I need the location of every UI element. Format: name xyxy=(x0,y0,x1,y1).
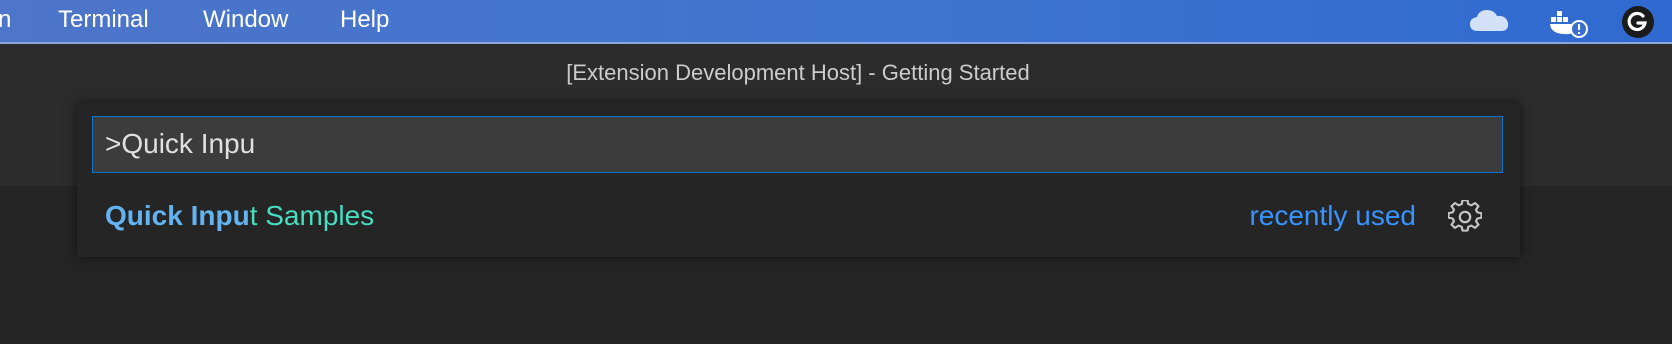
grammarly-icon[interactable] xyxy=(1621,5,1655,38)
gear-icon[interactable] xyxy=(1447,199,1483,234)
command-palette: >Quick Inpu Quick Input Samples recently… xyxy=(77,103,1520,257)
command-palette-item-label: Quick Input Samples xyxy=(105,189,374,243)
onedrive-cloud-icon[interactable] xyxy=(1468,5,1510,37)
recently-used-badge: recently used xyxy=(1249,200,1416,231)
menu-item-window[interactable]: Window xyxy=(203,0,288,42)
menu-item-terminal[interactable]: Terminal xyxy=(58,0,149,42)
command-palette-item[interactable]: Quick Input Samples recently used xyxy=(77,189,1520,243)
docker-warning-icon[interactable] xyxy=(1549,5,1589,38)
window-title: [Extension Development Host] - Getting S… xyxy=(566,60,1030,85)
command-palette-input[interactable]: >Quick Inpu xyxy=(92,116,1503,173)
macos-menu-bar: n Terminal Window Help xyxy=(0,0,1672,44)
menu-item-truncated[interactable]: n xyxy=(0,0,11,42)
label-remainder: t Samples xyxy=(249,200,375,231)
menu-item-help[interactable]: Help xyxy=(340,0,389,42)
match-highlight: Quick Inpu xyxy=(105,200,250,231)
